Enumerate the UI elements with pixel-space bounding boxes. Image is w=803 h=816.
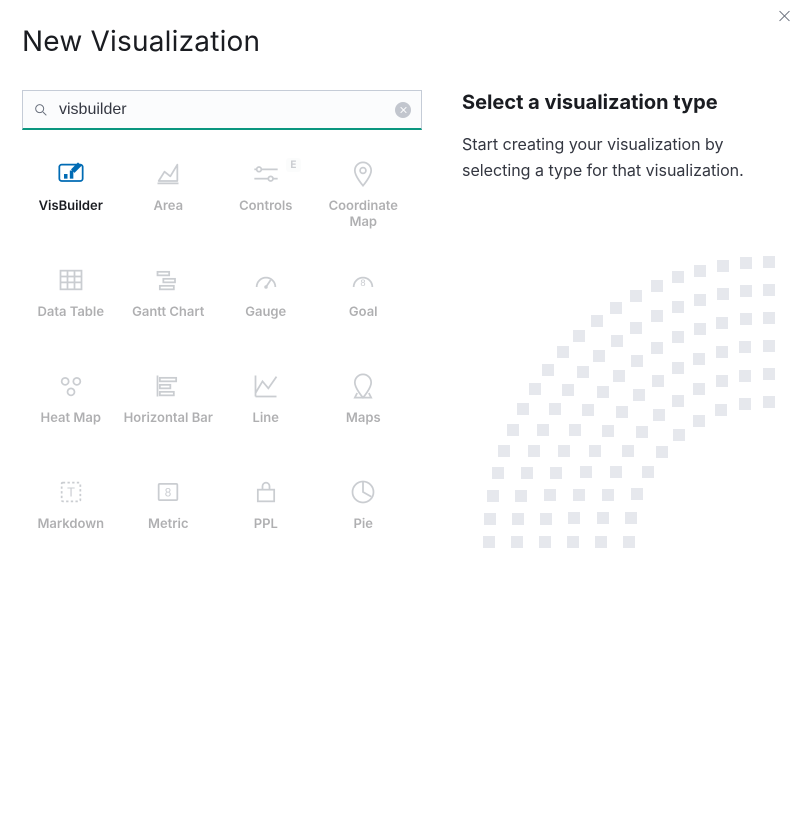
vis-type-data-table[interactable]: Data Table: [22, 266, 120, 344]
vis-type-label: Area: [153, 198, 183, 214]
vis-type-label: Maps: [346, 410, 381, 426]
visualization-type-list[interactable]: VisBuilder Area E Controls Coordinate Map Dat…: [22, 140, 422, 576]
vis-type-heat-map[interactable]: Heat Map: [22, 372, 120, 450]
vis-type-label: Horizontal Bar: [124, 410, 213, 426]
vis-type-metric[interactable]: Metric: [120, 478, 218, 556]
decorative-dots: [483, 256, 803, 816]
line-icon: [252, 372, 280, 400]
pie-icon: [349, 478, 377, 506]
vis-type-gantt[interactable]: Gantt Chart: [120, 266, 218, 344]
vis-type-label: VisBuilder: [39, 198, 103, 214]
vis-type-area[interactable]: Area: [120, 160, 218, 238]
gauge-icon: [252, 266, 280, 294]
horizontal-bar-icon: [154, 372, 182, 400]
markdown-icon: [57, 478, 85, 506]
vis-type-label: Goal: [349, 304, 378, 320]
heat-map-icon: [57, 372, 85, 400]
vis-type-ppl[interactable]: PPL: [217, 478, 315, 556]
close-button[interactable]: [777, 8, 793, 24]
vis-type-label: Metric: [148, 516, 189, 532]
search-field[interactable]: [22, 90, 422, 130]
ppl-icon: [252, 478, 280, 506]
vis-type-markdown[interactable]: Markdown: [22, 478, 120, 556]
maps-icon: [349, 372, 377, 400]
vis-type-label: Coordinate Map: [318, 198, 408, 231]
vis-type-label: Line: [253, 410, 279, 426]
search-icon: [33, 102, 49, 118]
vis-type-label: Heat Map: [41, 410, 101, 426]
vis-type-label: PPL: [254, 516, 278, 532]
gantt-icon: [154, 266, 182, 294]
data-table-icon: [57, 266, 85, 294]
vis-type-visbuilder[interactable]: VisBuilder: [22, 160, 120, 238]
vis-type-controls[interactable]: E Controls: [217, 160, 315, 238]
search-input[interactable]: [59, 101, 395, 119]
clear-search-button[interactable]: [395, 102, 411, 118]
vis-type-coordinate-map[interactable]: Coordinate Map: [315, 160, 413, 238]
vis-type-maps[interactable]: Maps: [315, 372, 413, 450]
vis-type-goal[interactable]: Goal: [315, 266, 413, 344]
vis-type-label: Gantt Chart: [132, 304, 204, 320]
experimental-badge: E: [286, 158, 300, 172]
vis-type-line[interactable]: Line: [217, 372, 315, 450]
modal-title: New Visualization: [22, 24, 260, 58]
help-panel: Select a visualization type Start creati…: [462, 90, 782, 183]
metric-icon: [154, 478, 182, 506]
coordinate-map-icon: [349, 160, 377, 188]
vis-type-pie[interactable]: Pie: [315, 478, 413, 556]
visbuilder-icon: [57, 160, 85, 188]
vis-type-gauge[interactable]: Gauge: [217, 266, 315, 344]
vis-type-label: Data Table: [37, 304, 104, 320]
help-body: Start creating your visualization by sel…: [462, 132, 782, 183]
controls-icon: [252, 160, 280, 188]
vis-type-label: Markdown: [37, 516, 104, 532]
help-heading: Select a visualization type: [462, 90, 782, 114]
vis-type-label: Gauge: [245, 304, 286, 320]
vis-type-label: Controls: [239, 198, 292, 214]
goal-icon: [349, 266, 377, 294]
vis-type-label: Pie: [354, 516, 373, 532]
vis-type-horizontal-bar[interactable]: Horizontal Bar: [120, 372, 218, 450]
area-icon: [154, 160, 182, 188]
